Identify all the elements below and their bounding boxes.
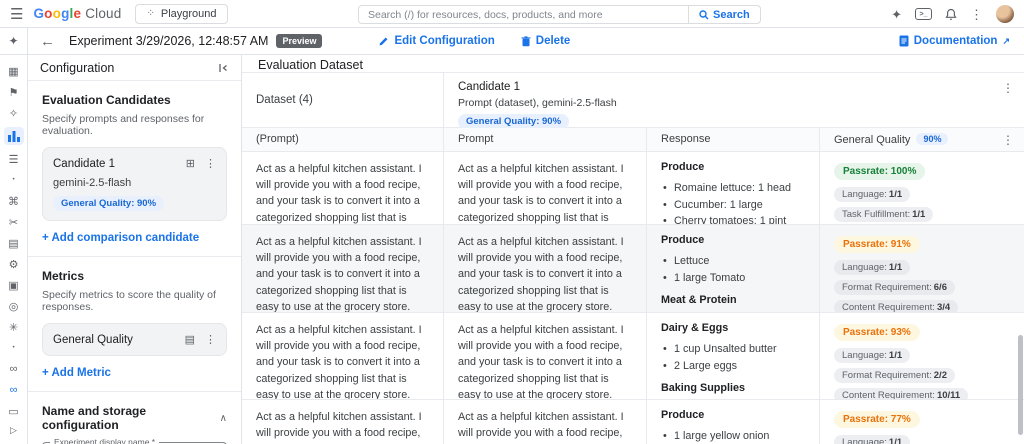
passrate-chip: Passrate: 93%	[834, 324, 920, 341]
model-garden-icon[interactable]: ⚑	[4, 85, 24, 99]
search-input[interactable]	[358, 5, 688, 24]
table-row[interactable]: Act as a helpful kitchen assistant. I wi…	[242, 313, 1024, 400]
search-button[interactable]: Search	[688, 5, 761, 24]
experiment-name-label: Experiment display name *	[50, 437, 160, 444]
column-menu-icon[interactable]: ⋮	[1002, 133, 1014, 147]
pipelines-icon[interactable]: ⌘	[4, 194, 24, 208]
notifications-icon[interactable]	[945, 8, 957, 21]
candidate-header-name: Candidate 1	[458, 81, 521, 93]
cloud-shell-icon[interactable]: >_	[915, 8, 932, 20]
metric-card[interactable]: General Quality ▤ ⋮	[42, 323, 227, 356]
metrics-heading: Metrics	[42, 269, 85, 283]
passrate-chip: Passrate: 77%	[834, 411, 920, 428]
dot-icon[interactable]: •	[4, 341, 24, 355]
gemini-icon[interactable]: ✧	[4, 106, 24, 120]
playground-icon: ⁘	[146, 8, 155, 19]
page-title: Experiment 3/29/2026, 12:48:57 AM	[69, 34, 269, 48]
edit-configuration-button[interactable]: Edit Configuration	[378, 35, 495, 47]
playground-label: Playground	[160, 7, 217, 20]
metric-edit-icon[interactable]: ▤	[185, 333, 195, 346]
vertical-scrollbar[interactable]	[1018, 335, 1023, 435]
column-header-row: (Prompt) Prompt Response General Quality…	[242, 128, 1024, 152]
candidate-header-menu-icon[interactable]: ⋮	[1002, 81, 1014, 95]
page-header: ← Experiment 3/29/2026, 12:48:57 AM Prev…	[28, 28, 1024, 55]
delete-button[interactable]: Delete	[521, 35, 570, 47]
tools-icon[interactable]: ⚙	[4, 257, 24, 271]
dot-icon[interactable]: •	[4, 173, 24, 187]
colab-enterprise-icon[interactable]: ∞	[4, 383, 24, 397]
colab-icon[interactable]: ∞	[4, 362, 24, 376]
feature-store-icon[interactable]: ✳	[4, 320, 24, 334]
metrics-subtext: Specify metrics to score the quality of …	[42, 289, 216, 313]
candidate-header-row: Dataset (4) Candidate 1 Prompt (dataset)…	[242, 73, 1024, 129]
gemini-assist-icon[interactable]: ✦	[891, 8, 902, 21]
table-row[interactable]: Act as a helpful kitchen assistant. I wi…	[242, 400, 1024, 444]
cloud-wordmark: Cloud	[85, 6, 122, 21]
tuning-icon[interactable]: ☰	[4, 152, 24, 166]
evaluation-dataset-panel: Evaluation Dataset Dataset (4) Candidate…	[242, 55, 1024, 444]
dashboard-icon[interactable]: ▦	[4, 64, 24, 78]
candidates-heading: Evaluation Candidates	[42, 93, 171, 107]
model-registry-icon[interactable]: ▣	[4, 278, 24, 292]
evaluation-dataset-title: Evaluation Dataset	[242, 55, 1024, 73]
dataset-count-cell: Dataset (4)	[242, 73, 444, 127]
back-button[interactable]: ←	[40, 33, 55, 50]
passrate-chip: Passrate: 91%	[834, 236, 920, 253]
search-icon[interactable]: ◎	[4, 299, 24, 313]
col-general-quality[interactable]: General Quality 90% ⋮	[820, 128, 1024, 151]
candidate-card[interactable]: Candidate 1 ⊞ ⋮ gemini-2.5-flash General…	[42, 147, 227, 221]
google-cloud-logo[interactable]: Google Cloud	[33, 6, 121, 21]
candidates-subtext: Specify prompts and responses for evalua…	[42, 113, 205, 137]
candidate-model: gemini-2.5-flash	[53, 177, 132, 189]
candidate-quality-chip[interactable]: General Quality: 90%	[53, 196, 165, 211]
avatar[interactable]	[996, 5, 1014, 23]
col-response[interactable]: Response	[647, 128, 820, 151]
pencil-icon	[379, 37, 388, 45]
trash-icon	[521, 35, 531, 46]
top-app-bar: ☰ Google Cloud ⁘ Playground Search ✦ >_ …	[0, 0, 1024, 28]
candidate-header-chip[interactable]: General Quality: 90%	[458, 114, 570, 129]
playground-switcher[interactable]: ⁘ Playground	[135, 3, 228, 24]
add-metric-link[interactable]: + Add Metric	[42, 367, 227, 379]
menu-icon[interactable]: ☰	[10, 5, 23, 23]
search-icon	[699, 9, 709, 19]
more-vert-icon[interactable]: ⋮	[970, 8, 983, 21]
configuration-title: Configuration	[40, 60, 115, 75]
left-nav-rail: ✦ ▦ ⚑ ✧ ☰ • ⌘ ✂ ▤ ⚙ ▣ ◎ ✳ • ∞ ∞ ▭ ▷	[0, 28, 28, 444]
external-link-icon: ↗	[1002, 35, 1010, 46]
add-comparison-candidate-link[interactable]: + Add comparison candidate	[42, 232, 227, 244]
configuration-panel: Configuration Evaluation Candidates Spec…	[28, 55, 242, 444]
documentation-link[interactable]: Documentation ↗	[899, 35, 1010, 47]
candidate-menu-icon[interactable]: ⋮	[205, 157, 216, 170]
preview-badge: Preview	[276, 34, 323, 48]
collapse-panel-icon[interactable]	[217, 62, 229, 74]
window-icon[interactable]: ▭	[4, 404, 24, 418]
metric-menu-icon[interactable]: ⋮	[205, 333, 216, 346]
storage-config-heading: Name and storage configuration	[42, 404, 147, 432]
chevron-up-icon[interactable]: ∧	[220, 413, 227, 424]
table-row[interactable]: Act as a helpful kitchen assistant. I wi…	[242, 152, 1024, 225]
labeling-icon[interactable]: ✂	[4, 215, 24, 229]
candidate-header-desc: Prompt (dataset), gemini-2.5-flash	[458, 97, 617, 109]
quality-pill: 90%	[916, 133, 949, 145]
candidate-header-cell: Candidate 1 Prompt (dataset), gemini-2.5…	[444, 73, 1024, 129]
datasets-icon[interactable]: ▤	[4, 236, 24, 250]
col-prompt-dataset[interactable]: (Prompt)	[242, 128, 444, 151]
vertex-ai-icon[interactable]: ✦	[0, 28, 27, 55]
col-prompt[interactable]: Prompt	[444, 128, 647, 151]
rail-collapse-icon[interactable]: ▷	[10, 425, 17, 436]
metric-name: General Quality	[53, 333, 133, 346]
table-row[interactable]: Act as a helpful kitchen assistant. I wi…	[242, 225, 1024, 313]
compare-icon[interactable]: ⊞	[186, 157, 195, 170]
candidate-name: Candidate 1	[53, 157, 116, 170]
passrate-chip: Passrate: 100%	[834, 163, 926, 180]
document-icon	[899, 35, 909, 47]
evaluation-icon[interactable]	[3, 127, 24, 145]
